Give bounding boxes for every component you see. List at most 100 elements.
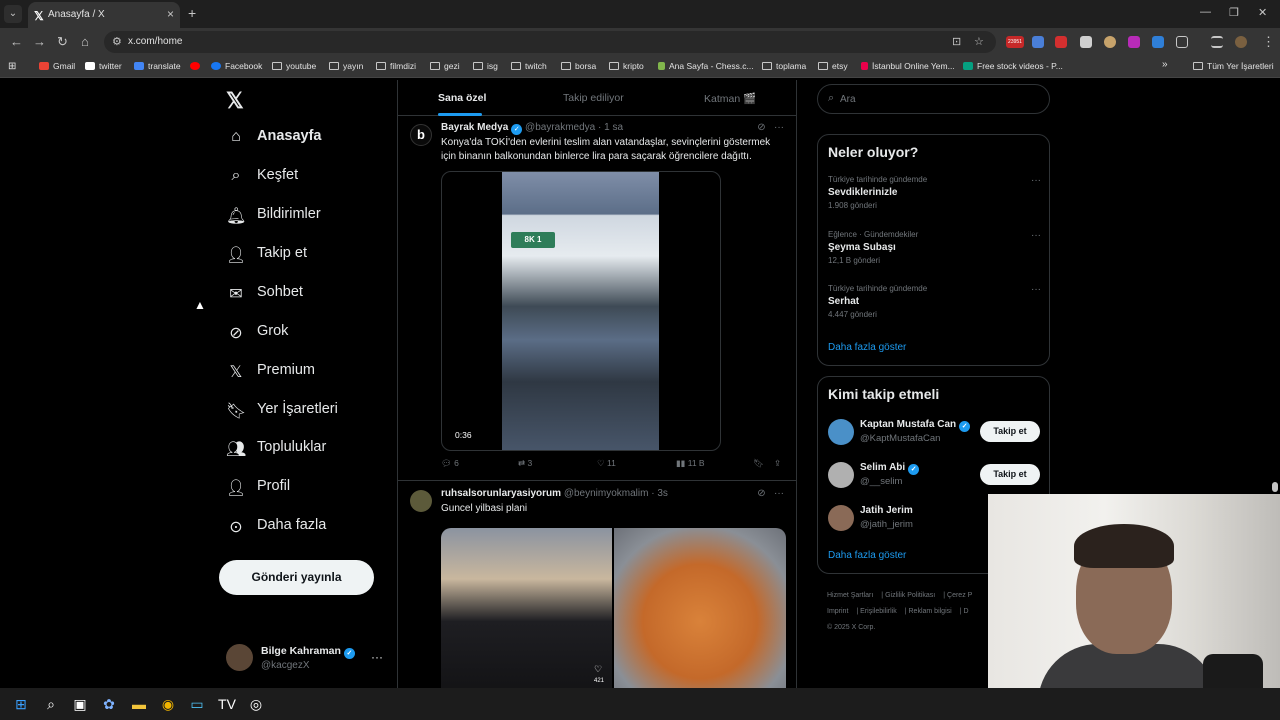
bookmark-chess[interactable]: Ana Sayfa - Chess.c... — [658, 61, 754, 71]
more-icon[interactable]: ··· — [1031, 230, 1041, 241]
trends-show-more-link[interactable]: Daha fazla göster — [828, 342, 906, 353]
bookmark-folder-etsy[interactable]: etsy — [818, 61, 848, 71]
bookmark-folder-isg[interactable]: isg — [473, 61, 498, 71]
tweet-handle[interactable]: @beynimyokmalim — [564, 488, 649, 499]
footer-link[interactable]: Hizmet Şartları — [827, 592, 873, 599]
adblock-extension-icon[interactable] — [1055, 36, 1067, 48]
minimize-button[interactable]: — — [1200, 6, 1211, 18]
trend-item[interactable]: Türkiye tarihinde gündemde Serhat 4.447 … — [828, 284, 1041, 319]
tab-following[interactable]: Takip ediliyor — [563, 92, 624, 104]
tweet[interactable]: ruhsalsorunlaryasiyorum @beynimyokmalim … — [398, 484, 796, 688]
bookmark-icon[interactable]: 🔖︎ — [753, 458, 764, 469]
obs-icon[interactable]: ◎ — [247, 695, 265, 713]
views-button[interactable]: ▮▮ 11 B — [676, 458, 705, 469]
grok-icon[interactable]: ⊘ — [757, 488, 765, 499]
app-icon[interactable]: ▭ — [188, 695, 206, 713]
bookmark-twitter[interactable]: twitter — [85, 61, 122, 71]
grok-icon[interactable]: ⊘ — [757, 122, 765, 133]
bookmark-folder-borsa[interactable]: borsa — [561, 61, 596, 71]
follow-suggestion[interactable]: Kaptan Mustafa Can ✓ @KaptMustafaCan Taki… — [828, 417, 1041, 447]
scrollbar-thumb[interactable] — [1272, 482, 1278, 492]
tweet-time[interactable]: · 3s — [651, 488, 668, 499]
bookmark-facebook[interactable]: Facebook — [211, 61, 262, 71]
extensions-puzzle-icon[interactable] — [1176, 36, 1188, 48]
bookmark-youtube[interactable] — [190, 61, 204, 71]
footer-link[interactable]: Erişilebilirlik — [860, 608, 897, 615]
follow-button[interactable]: Takip et — [980, 421, 1040, 442]
x-logo-icon[interactable]: 𝕏 — [226, 88, 244, 114]
more-icon[interactable]: ··· — [774, 488, 784, 499]
bookmark-pexels[interactable]: Free stock videos - P... — [963, 61, 1063, 71]
tweet-author[interactable]: ruhsalsorunlaryasiyorum — [441, 488, 561, 499]
footer-link[interactable]: Gizlilik Politikası — [885, 592, 935, 599]
close-window-button[interactable]: ✕ — [1258, 6, 1267, 19]
bookmark-folder-twitch[interactable]: twitch — [511, 61, 547, 71]
install-app-icon[interactable]: ⊡ — [952, 35, 961, 48]
more-icon[interactable]: ··· — [1031, 284, 1041, 295]
copilot-icon[interactable]: ✿ — [100, 695, 118, 713]
bookmark-folder-kripto[interactable]: kripto — [609, 61, 644, 71]
trend-item[interactable]: Eğlence · Gündemdekiler Şeyma Subaşı 12,… — [828, 230, 1041, 265]
tradingview-icon[interactable]: TV — [218, 695, 236, 713]
bookmark-translate[interactable]: translate — [134, 61, 181, 71]
follow-button[interactable]: Takip et — [980, 464, 1040, 485]
extension-badge-icon[interactable]: 23951 — [1006, 36, 1024, 48]
tweet[interactable]: b Bayrak Medya ✓ @bayrakmedya · 1 sa ⊘ ··… — [398, 118, 796, 482]
bookmark-folder-yayin[interactable]: yayın — [329, 61, 363, 71]
who-show-more-link[interactable]: Daha fazla göster — [828, 550, 906, 561]
extension-icon[interactable] — [1104, 36, 1116, 48]
more-bookmarks-icon[interactable]: » — [1162, 59, 1168, 70]
tweet-image[interactable] — [614, 528, 786, 688]
footer-link[interactable]: Reklam bilgisi — [909, 608, 952, 615]
footer-link[interactable]: D — [963, 608, 968, 615]
account-switcher[interactable]: Bilge Kahraman ✓ @kacgezX ··· — [226, 642, 386, 674]
site-info-icon[interactable]: ⚙ — [112, 35, 122, 48]
account-more-icon[interactable]: ··· — [371, 650, 383, 664]
share-icon[interactable]: ⇪ — [774, 458, 781, 469]
heart-icon[interactable]: ♡ — [594, 664, 602, 675]
new-tab-button[interactable]: + — [188, 5, 196, 21]
search-icon[interactable]: ⌕ — [42, 695, 60, 713]
tweet-video[interactable]: 8K 1 0:36 — [441, 171, 721, 451]
search-box[interactable]: ⌕ Ara — [817, 84, 1050, 114]
all-bookmarks-folder[interactable]: Tüm Yer İşaretleri — [1193, 61, 1274, 71]
tweet-handle[interactable]: @bayrakmedya — [525, 122, 595, 133]
restore-button[interactable]: ❐ — [1229, 6, 1239, 19]
post-button[interactable]: Gönderi yayınla — [219, 560, 374, 595]
bookmark-folder-youtube[interactable]: youtube — [272, 61, 316, 71]
trend-item[interactable]: Türkiye tarihinde gündemde Sevdikleriniz… — [828, 175, 1041, 210]
apps-grid-icon[interactable]: ⊞ — [8, 61, 16, 72]
bookmark-star-icon[interactable]: ☆ — [974, 35, 984, 48]
file-explorer-icon[interactable]: ▬ — [130, 695, 148, 713]
chrome-icon[interactable]: ◉ — [159, 695, 177, 713]
bookmark-yemeksepeti[interactable]: İstanbul Online Yem... — [861, 61, 955, 71]
bookmark-folder-toplama[interactable]: toplama — [762, 61, 806, 71]
tweet-author[interactable]: Bayrak Medya — [441, 122, 508, 133]
extension-icon[interactable] — [1080, 36, 1092, 48]
tab-search-button[interactable]: ⌄ — [4, 5, 22, 23]
task-view-icon[interactable]: ▣ — [71, 695, 89, 713]
tab-for-you[interactable]: Sana özel — [438, 92, 486, 104]
reload-icon[interactable]: ↻ — [57, 34, 68, 50]
footer-link[interactable]: Imprint — [827, 608, 848, 615]
reading-list-icon[interactable] — [1211, 36, 1223, 48]
home-browser-icon[interactable]: ⌂ — [81, 34, 89, 49]
tweet-time[interactable]: · 1 sa — [598, 122, 623, 133]
footer-link[interactable]: Çerez P — [947, 592, 972, 599]
windows-start-icon[interactable]: ⊞ — [12, 695, 30, 713]
follow-suggestion[interactable]: Selim Abi ✓ @__selim Takip et — [828, 460, 1041, 490]
browser-menu-icon[interactable]: ⋮ — [1262, 34, 1275, 50]
bookmark-gmail[interactable]: Gmail — [39, 61, 75, 71]
address-bar[interactable]: ⚙ x.com/home ⊡ ☆ — [104, 31, 996, 53]
bookmark-folder-gezi[interactable]: gezi — [430, 61, 460, 71]
repost-button[interactable]: ⇄ 3 — [518, 458, 532, 469]
tweet-image[interactable] — [441, 528, 612, 688]
profile-avatar-icon[interactable] — [1235, 36, 1247, 48]
forward-icon[interactable]: → — [33, 34, 46, 49]
browser-tab[interactable]: 𝕏 Anasayfa / X × — [28, 2, 180, 28]
like-button[interactable]: ♡ 11 — [597, 458, 616, 469]
more-icon[interactable]: ··· — [1031, 175, 1041, 186]
extension-icon[interactable] — [1152, 36, 1164, 48]
avatar[interactable] — [410, 490, 432, 512]
bookmark-folder-filmdizi[interactable]: filmdizi — [376, 61, 416, 71]
